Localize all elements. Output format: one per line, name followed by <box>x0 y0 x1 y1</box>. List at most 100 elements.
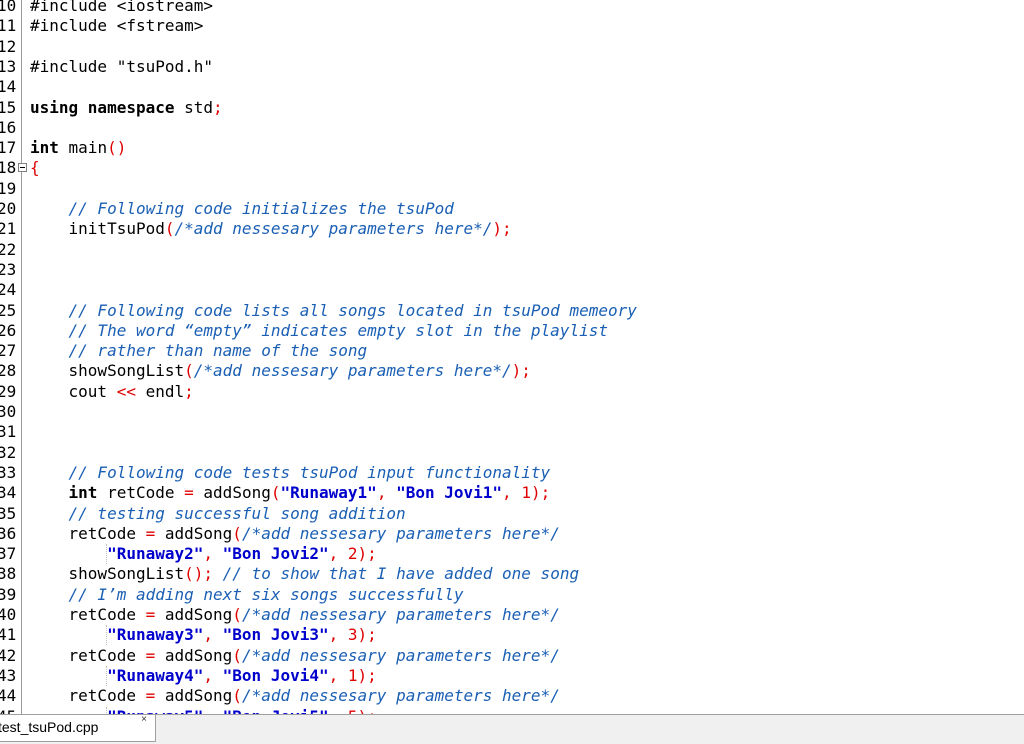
code-line[interactable]: 36 retCode = addSong(/*add nessesary par… <box>0 524 1024 544</box>
code-line[interactable]: 16 <box>0 118 1024 138</box>
code-editor[interactable]: 10 #include <iostream> 11 #include <fstream… <box>0 0 1024 714</box>
code-token: addSong <box>155 686 233 706</box>
code-line[interactable]: 27 // rather than name of the song <box>0 341 1024 361</box>
line-number: 35 <box>0 503 17 523</box>
line-number: 13 <box>0 56 17 76</box>
line-code: #include "tsuPod.h" <box>30 57 213 77</box>
code-line[interactable]: 10 #include <iostream> <box>0 0 1024 16</box>
line-number: 34 <box>0 483 17 503</box>
code-token: // I’m adding next six songs successfull… <box>68 584 464 604</box>
line-number: 32 <box>0 442 17 462</box>
code-token: std <box>174 97 214 117</box>
code-token: 2 <box>347 544 358 564</box>
code-token: ); <box>530 483 551 503</box>
line-code: retCode = addSong(/*add nessesary parame… <box>30 605 560 625</box>
code-line[interactable]: 45 "Runaway5", "Bon Jovi5", 5); <box>0 706 1024 715</box>
line-number: 43 <box>0 665 17 685</box>
line-code: retCode = addSong(/*add nessesary parame… <box>30 646 560 666</box>
code-line[interactable]: 15 using namespace std; <box>0 98 1024 118</box>
code-token: retCode <box>97 483 185 503</box>
code-line[interactable]: 23 <box>0 260 1024 280</box>
code-line[interactable]: 26 // The word “empty” indicates empty s… <box>0 321 1024 341</box>
code-line[interactable]: 32 <box>0 443 1024 463</box>
code-line[interactable]: 19 <box>0 179 1024 199</box>
code-line[interactable]: 40 retCode = addSong(/*add nessesary par… <box>0 605 1024 625</box>
code-token: "Runaway4" <box>107 665 204 685</box>
code-token: ( <box>164 219 175 239</box>
code-line[interactable]: 17 int main() <box>0 138 1024 158</box>
line-code: { <box>30 158 40 178</box>
code-line[interactable]: 39 // I’m adding next six songs successf… <box>0 585 1024 605</box>
line-number: 26 <box>0 320 17 340</box>
line-code: // The word “empty” indicates empty slot… <box>30 321 608 341</box>
code-line[interactable]: 14 <box>0 77 1024 97</box>
code-line[interactable]: 35 // testing successful song addition <box>0 504 1024 524</box>
code-line[interactable]: 21 initTsuPod(/*add nessesary parameters… <box>0 219 1024 239</box>
code-token: ( <box>232 645 242 665</box>
code-token: // testing successful song addition <box>68 503 406 523</box>
code-token: #include <iostream> <box>30 0 214 15</box>
code-token: main <box>58 138 108 158</box>
line-number: 14 <box>0 77 17 97</box>
line-number: 24 <box>0 280 17 300</box>
line-number: 41 <box>0 625 17 645</box>
code-token: retCode <box>30 645 146 665</box>
code-token: int <box>68 483 98 503</box>
code-line[interactable]: 29 cout << endl; <box>0 382 1024 402</box>
line-code: showSongList(/*add nessesary parameters … <box>30 361 531 381</box>
code-line[interactable]: 38 showSongList(); // to show that I hav… <box>0 564 1024 584</box>
code-token: "Bon Jovi5" <box>223 707 329 715</box>
code-line[interactable]: 43 "Runaway4", "Bon Jovi4", 1); <box>0 665 1024 686</box>
fold-toggle-icon[interactable] <box>18 163 27 173</box>
line-number: 21 <box>0 219 17 239</box>
code-line[interactable]: 41 "Runaway3", "Bon Jovi3", 3); <box>0 625 1024 646</box>
code-line[interactable]: 22 <box>0 240 1024 260</box>
code-line[interactable]: 37 "Runaway2", "Bon Jovi2", 2); <box>0 544 1024 565</box>
line-number: 44 <box>0 686 17 706</box>
code-line[interactable]: 31 <box>0 422 1024 442</box>
code-token: ); <box>358 707 377 715</box>
code-line[interactable]: 33 // Following code tests tsuPod input … <box>0 463 1024 483</box>
close-icon[interactable]: × <box>141 708 147 732</box>
code-token: = <box>145 645 156 665</box>
code-line[interactable]: 34 int retCode = addSong("Runaway1", "Bo… <box>0 483 1024 503</box>
code-token: = <box>145 605 156 624</box>
code-line[interactable]: 24 <box>0 280 1024 300</box>
tab-label: test_tsuPod.cpp <box>0 719 99 735</box>
code-line[interactable]: 30 <box>0 402 1024 422</box>
line-code: initTsuPod(/*add nessesary parameters he… <box>30 219 512 239</box>
line-number: 28 <box>0 361 17 381</box>
code-token: ); <box>492 219 512 239</box>
code-line[interactable]: 20 // Following code initializes the tsu… <box>0 199 1024 219</box>
code-token: << <box>116 381 136 401</box>
line-number: 11 <box>0 16 17 36</box>
code-token: , <box>376 483 397 503</box>
code-token: addSong <box>155 645 233 665</box>
code-line[interactable]: 12 <box>0 37 1024 57</box>
code-line[interactable]: 18{ <box>0 158 1024 178</box>
code-token: #include <fstream> <box>30 16 204 36</box>
line-code: cout << endl; <box>30 382 194 402</box>
code-line[interactable]: 11 #include <fstream> <box>0 16 1024 36</box>
code-line[interactable]: 42 retCode = addSong(/*add nessesary par… <box>0 646 1024 666</box>
code-line[interactable]: 25 // Following code lists all songs loc… <box>0 301 1024 321</box>
line-number: 16 <box>0 117 17 137</box>
code-token: ; <box>213 97 223 117</box>
code-line[interactable]: 13 #include "tsuPod.h" <box>0 57 1024 77</box>
code-line[interactable]: 44 retCode = addSong(/*add nessesary par… <box>0 686 1024 706</box>
line-code: // rather than name of the song <box>30 341 368 361</box>
code-token: "Bon Jovi1" <box>396 483 503 503</box>
line-number: 38 <box>0 564 17 584</box>
code-token: "Runaway3" <box>107 625 204 645</box>
code-token: "Bon Jovi2" <box>222 544 329 564</box>
code-line[interactable]: 28 showSongList(/*add nessesary paramete… <box>0 361 1024 381</box>
code-token: , <box>502 483 522 503</box>
tab-test-tsupod-cpp[interactable]: test_tsuPod.cpp × <box>0 714 156 742</box>
line-number: 19 <box>0 178 17 198</box>
code-token: // Following code tests tsuPod input fun… <box>68 462 551 482</box>
